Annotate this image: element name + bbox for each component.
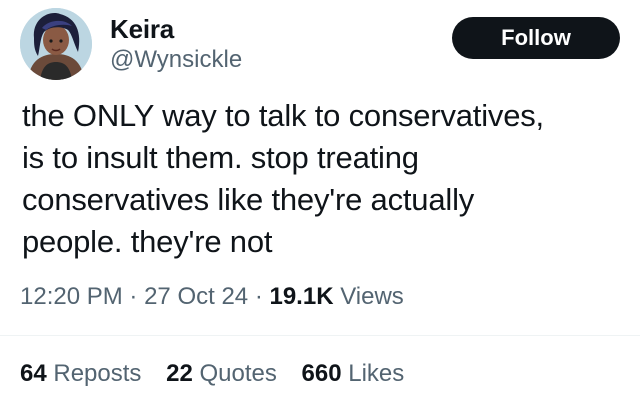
meta-separator: · bbox=[254, 283, 263, 310]
reposts-count: 64 bbox=[20, 360, 47, 387]
tweet-text: the ONLY way to talk to conservatives, i… bbox=[22, 95, 632, 263]
views-label: Views bbox=[340, 283, 404, 310]
tweet-text-line: the ONLY way to talk to conservatives, bbox=[22, 98, 544, 133]
engagement-stats: 64 Reposts 22 Quotes 660 Likes bbox=[20, 360, 422, 388]
tweet-time[interactable]: 12:20 PM bbox=[20, 283, 123, 310]
avatar[interactable] bbox=[20, 8, 92, 80]
author-display-name[interactable]: Keira bbox=[110, 14, 174, 45]
tweet-card: Keira @Wynsickle Follow the ONLY way to … bbox=[0, 0, 640, 406]
author-handle[interactable]: @Wynsickle bbox=[110, 46, 242, 74]
reposts-label: Reposts bbox=[53, 360, 142, 387]
meta-separator: · bbox=[129, 283, 138, 310]
follow-button[interactable]: Follow bbox=[452, 17, 620, 59]
tweet-text-line: people. they're not bbox=[22, 224, 273, 259]
quotes-stat[interactable]: 22 Quotes bbox=[166, 360, 283, 387]
likes-stat[interactable]: 660 Likes bbox=[302, 360, 405, 387]
tweet-text-line: conservatives like they're actually bbox=[22, 182, 475, 217]
tweet-text-line: is to insult them. stop treating bbox=[22, 140, 419, 175]
quotes-label: Quotes bbox=[199, 360, 277, 387]
reposts-stat[interactable]: 64 Reposts bbox=[20, 360, 148, 387]
divider bbox=[0, 335, 640, 336]
views-count: 19.1K bbox=[269, 283, 334, 310]
likes-count: 660 bbox=[301, 360, 342, 387]
tweet-date[interactable]: 27 Oct 24 bbox=[144, 283, 248, 310]
likes-label: Likes bbox=[348, 360, 405, 387]
avatar-image bbox=[20, 8, 92, 80]
quotes-count: 22 bbox=[166, 360, 193, 387]
tweet-meta: 12:20 PM · 27 Oct 24 · 19.1K Views bbox=[20, 283, 404, 311]
